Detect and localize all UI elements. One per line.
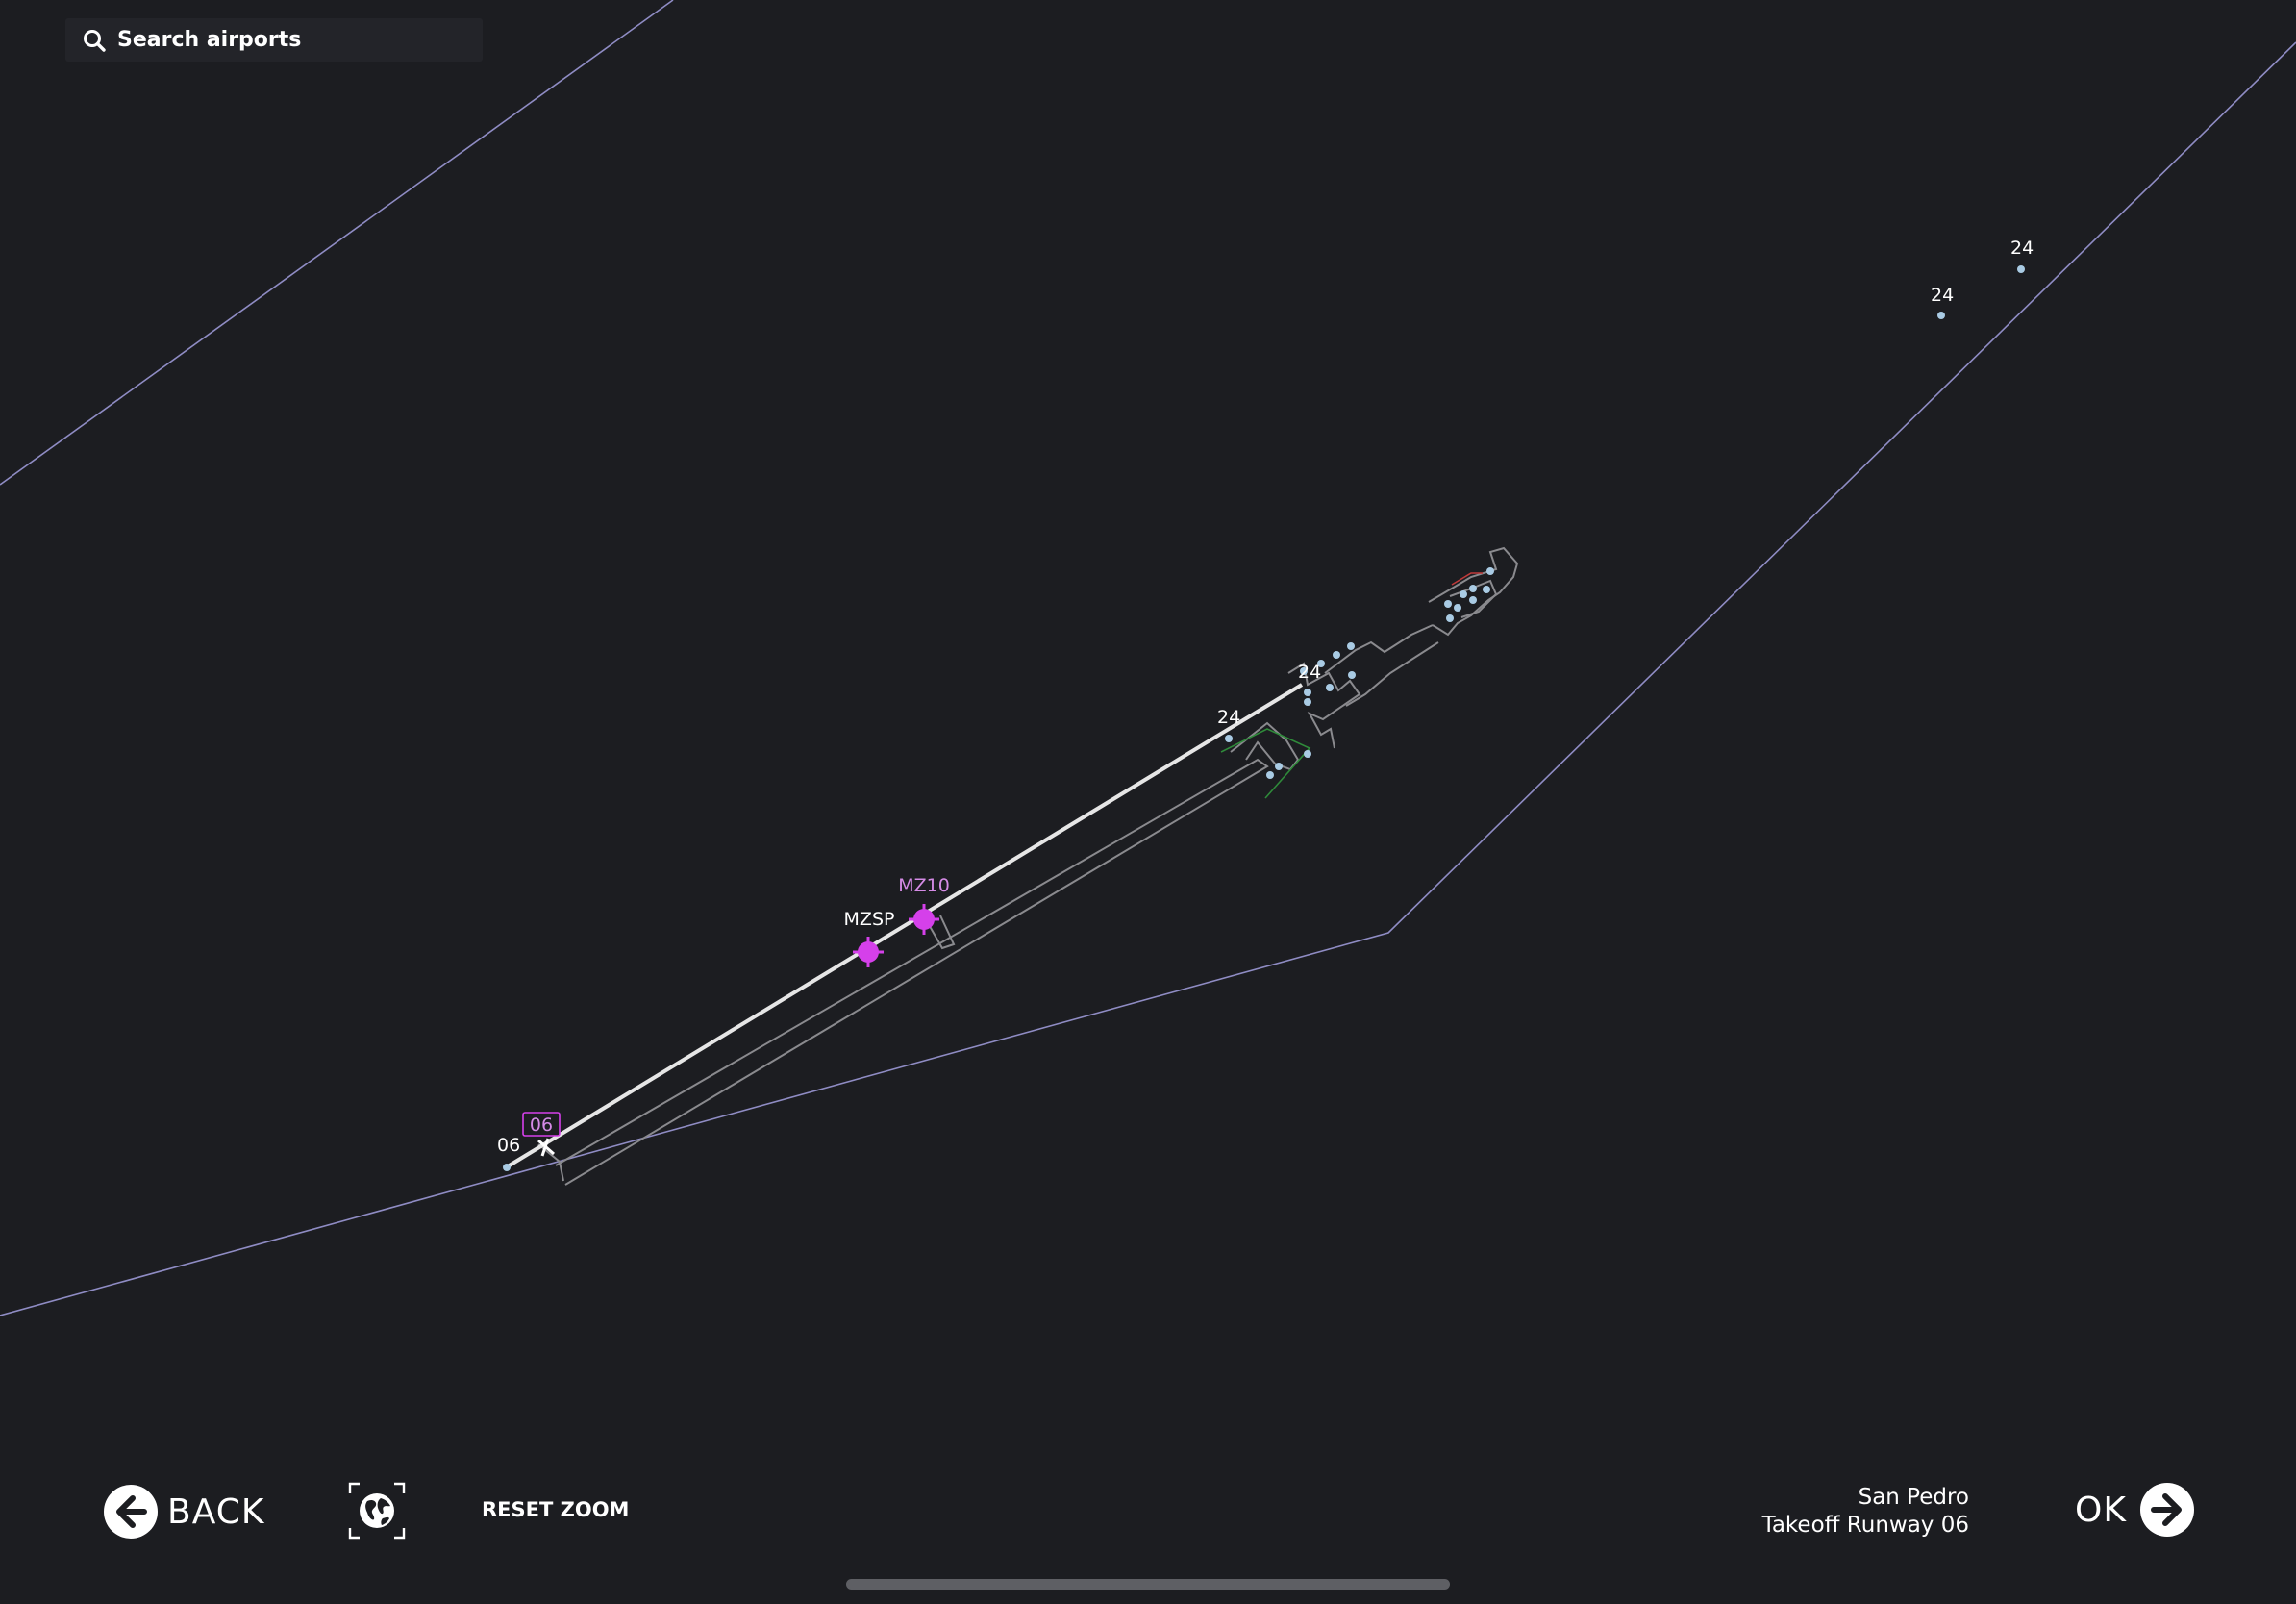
home-indicator[interactable] — [846, 1579, 1450, 1590]
node — [1348, 671, 1356, 679]
node — [1469, 596, 1477, 604]
runway-label-24-far-2: 24 — [2010, 238, 2034, 259]
node — [1460, 590, 1467, 598]
node — [1275, 763, 1283, 770]
runway-label-24-taxi: 24 — [1298, 662, 1321, 683]
node — [1304, 750, 1311, 758]
apron-marking-green — [1220, 728, 1311, 799]
taxiway-to-terminal-2 — [1345, 641, 1439, 707]
selected-runway-tag[interactable]: 06 — [522, 1112, 561, 1137]
procedure-info: San Pedro Takeoff Runway 06 — [1762, 1484, 1969, 1540]
node — [1454, 604, 1461, 612]
node — [1266, 771, 1274, 779]
arrow-left-icon — [104, 1485, 158, 1539]
parallel-taxiway — [555, 758, 1269, 1186]
airport-name: San Pedro — [1858, 1485, 1969, 1510]
waypoint-label-mzsp: MZSP — [844, 909, 895, 930]
taxiways — [537, 546, 1519, 1186]
reset-zoom-label: RESET ZOOM — [482, 1498, 630, 1521]
node — [1486, 567, 1494, 575]
taxiway-to-terminal — [1324, 624, 1434, 674]
runway-label-06: 06 — [497, 1135, 520, 1156]
airspace-boundaries — [0, 0, 2296, 1316]
globe-icon — [348, 1482, 406, 1540]
node — [1444, 600, 1452, 608]
node — [1446, 614, 1454, 622]
node — [1333, 651, 1340, 659]
back-button[interactable]: BACK — [104, 1484, 264, 1540]
runway-06-24 — [506, 683, 1304, 1168]
node — [1483, 586, 1490, 593]
node-far-2 — [2017, 265, 2025, 273]
node — [1469, 585, 1477, 592]
node — [1304, 689, 1311, 696]
node — [1347, 642, 1355, 650]
search-icon — [81, 27, 108, 54]
ok-label: OK — [2075, 1490, 2127, 1530]
runway-label-24-far-1: 24 — [1931, 285, 1954, 306]
boundary-line-lower — [0, 41, 2296, 1316]
globe-button[interactable] — [348, 1482, 406, 1540]
node — [1326, 684, 1334, 691]
boundary-line-upper-left — [0, 0, 674, 486]
map-screen: 06 24 24 24 24 06 MZSP MZ10 Search airpo… — [0, 0, 2296, 1604]
airport-nodes — [503, 265, 2025, 1171]
ok-button[interactable]: OK — [2075, 1482, 2194, 1538]
waypoint-label-mz10: MZ10 — [898, 875, 950, 896]
node-far-1 — [1937, 312, 1945, 319]
arrow-right-icon — [2139, 1483, 2194, 1537]
runway-label-24-main: 24 — [1217, 707, 1240, 728]
node-rw06-end — [503, 1164, 511, 1171]
node-rw24-end — [1225, 735, 1233, 742]
search-input[interactable] — [117, 28, 483, 52]
back-label: BACK — [167, 1491, 265, 1532]
node — [1304, 698, 1311, 706]
search-bar[interactable] — [65, 18, 483, 62]
reset-zoom-button[interactable]: RESET ZOOM — [482, 1498, 629, 1521]
airport-map[interactable]: 06 24 24 24 24 06 MZSP MZ10 — [0, 0, 2296, 1604]
procedure-name: Takeoff Runway 06 — [1761, 1513, 1969, 1538]
selected-runway-label: 06 — [530, 1115, 553, 1136]
